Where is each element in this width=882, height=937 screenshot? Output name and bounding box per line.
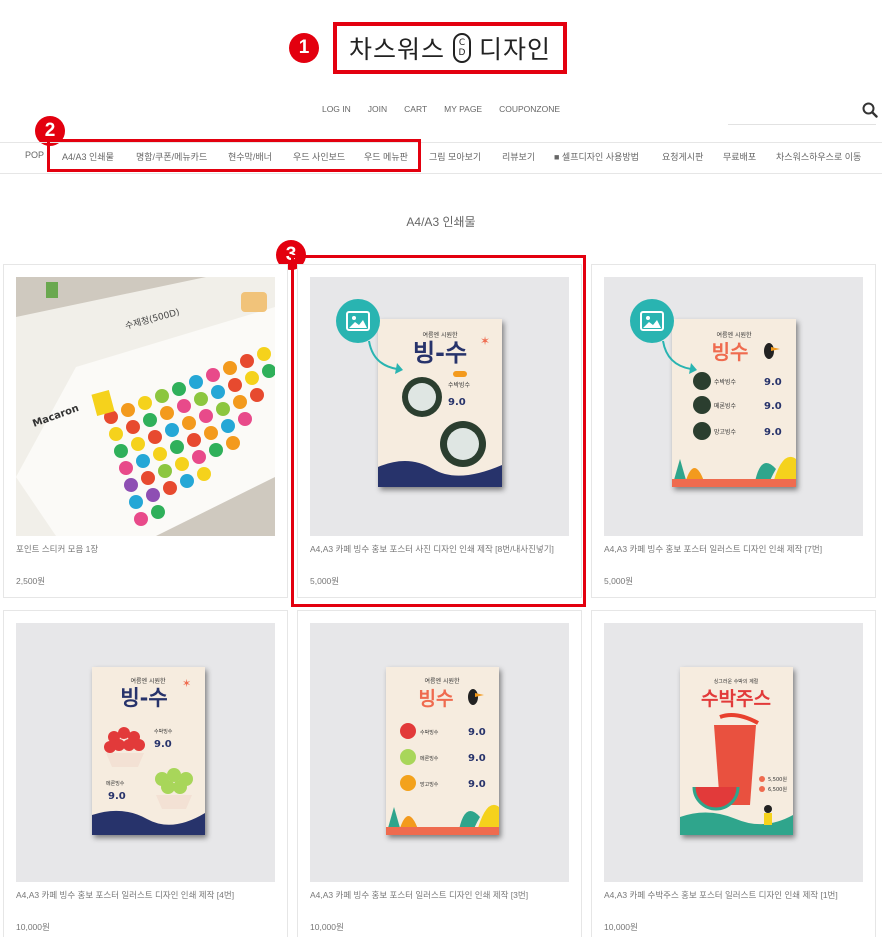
poster-title: 빙-수 <box>120 686 167 710</box>
nav-item-gallery[interactable]: 그림 모아보기 <box>429 150 481 163</box>
login-link[interactable]: LOG IN <box>322 104 351 114</box>
product-name[interactable]: 포인트 스티커 모음 1장 <box>16 542 278 557</box>
poster-tagline: 여름엔 시원한 <box>424 677 460 685</box>
product-price: 10,000원 <box>16 922 50 932</box>
poster-menu-item: 망고빙수 <box>714 428 737 436</box>
poster-title: 빙수 <box>419 688 454 710</box>
poster-image: 싱그러운 수박의 계절 수박주스 5,500원 6,500원 <box>680 667 793 835</box>
svg-text:✶: ✶ <box>182 677 191 690</box>
search-icon[interactable] <box>862 102 878 118</box>
logo-text-right: 디자인 <box>479 35 552 64</box>
poster-price: 9.0 <box>108 791 126 802</box>
couponzone-link[interactable]: COUPONZONE <box>499 104 560 114</box>
poster-tagline: 싱그러운 수박의 계절 <box>714 678 759 685</box>
section-title: A4/A3 인쇄물 <box>406 215 476 229</box>
poster-title: 빙수 <box>712 340 749 364</box>
product-thumbnail[interactable]: 싱그러운 수박의 계절 수박주스 5,500원 6,500원 <box>604 623 863 882</box>
poster-price: 9.0 <box>764 401 782 412</box>
poster-menu-item: 메론빙수 <box>106 780 125 787</box>
poster-title: 수박주스 <box>701 688 771 710</box>
product-price: 10,000원 <box>604 922 638 932</box>
product-price: 10,000원 <box>310 922 344 932</box>
my-page-link[interactable]: MY PAGE <box>444 104 482 114</box>
nav-item-request-board[interactable]: 요청게시판 <box>662 150 703 163</box>
poster-menu-item: 메론빙수 <box>714 402 737 410</box>
poster-tagline: 여름엔 시원한 <box>130 677 166 685</box>
nav-item-self-design[interactable]: ■ 셀프디자인 사용방법 <box>554 150 639 163</box>
arrow-icon <box>662 340 697 374</box>
product-thumbnail[interactable]: 여름엔 시원한 빙수 수박빙수 메론빙수 망고빙수 9.0 9.0 9.0 <box>604 277 863 536</box>
nav-divider-bottom <box>0 173 882 174</box>
poster-menu-item: 수박빙수 <box>714 378 737 386</box>
poster-menu-item: 수박빙수 <box>154 728 173 735</box>
cart-link[interactable]: CART <box>404 104 427 114</box>
poster-image: 여름엔 시원한 빙-수 ✶ 수박빙수 9.0 메론빙수 9.0 <box>92 667 205 835</box>
search-input[interactable] <box>728 124 876 125</box>
nav-item-chatsworth-house[interactable]: 차스워스하우스로 이동 <box>776 150 861 163</box>
top-utility-links: LOG IN JOIN CART MY PAGE COUPONZONE <box>0 104 882 114</box>
product-thumbnail[interactable]: 여름엔 시원한 빙-수 ✶ 수박빙수 9.0 메론빙수 9.0 <box>16 623 275 882</box>
join-link[interactable]: JOIN <box>368 104 387 114</box>
logo-mark-c: C <box>458 38 466 48</box>
product-name[interactable]: A4,A3 카페 수박주스 홍보 포스터 일러스트 디자인 인쇄 제작 [1번] <box>604 888 866 903</box>
logo-cd-mark: C D <box>453 33 471 63</box>
poster-price: 9.0 <box>764 377 782 388</box>
annotation-badge-1: 1 <box>289 33 319 63</box>
poster-menu-item: 수박빙수 <box>420 729 439 736</box>
product-thumbnail[interactable]: 수제청(500D) Macaron <box>16 277 275 536</box>
sticker-sheet-image: 수제청(500D) Macaron <box>16 277 275 536</box>
logo-mark-d: D <box>458 48 466 58</box>
product-card[interactable]: 여름엔 시원한 빙수 수박빙수 메론빙수 망고빙수 9.0 9.0 9.0 A4… <box>297 610 582 937</box>
poster-menu-item: 메론빙수 <box>420 755 439 762</box>
poster-menu-item: 망고빙수 <box>420 781 439 788</box>
poster-juice-price: 6,500원 <box>768 786 787 793</box>
nav-item-reviews[interactable]: 리뷰보기 <box>502 150 535 163</box>
poster-price: 9.0 <box>468 779 486 790</box>
poster-price: 9.0 <box>468 753 486 764</box>
site-logo[interactable]: 차스워스 C D 디자인 <box>333 22 567 74</box>
product-name[interactable]: A4,A3 카페 빙수 홍보 포스터 일러스트 디자인 인쇄 제작 [7번] <box>604 542 866 557</box>
poster-price: 9.0 <box>468 727 486 738</box>
poster-price: 9.0 <box>154 739 172 750</box>
poster-juice-price: 5,500원 <box>768 776 787 783</box>
product-price: 5,000원 <box>604 576 634 586</box>
product-card[interactable]: 수제청(500D) Macaron 포인트 스티커 모음 1장 2,500원 <box>3 264 288 598</box>
annotation-box-product <box>291 255 586 607</box>
product-name[interactable]: A4,A3 카페 빙수 홍보 포스터 일러스트 디자인 인쇄 제작 [4번] <box>16 888 278 903</box>
poster-image: 여름엔 시원한 빙수 수박빙수 메론빙수 망고빙수 9.0 9.0 9.0 <box>386 667 499 835</box>
product-card[interactable]: 여름엔 시원한 빙-수 ✶ 수박빙수 9.0 메론빙수 9.0 A4,A3 카페… <box>3 610 288 937</box>
logo-text-left: 차스워스 <box>348 35 445 64</box>
nav-item-free[interactable]: 무료배포 <box>723 150 756 163</box>
poster-tagline: 여름엔 시원한 <box>716 331 752 339</box>
product-price: 2,500원 <box>16 576 46 586</box>
product-thumbnail[interactable]: 여름엔 시원한 빙수 수박빙수 메론빙수 망고빙수 9.0 9.0 9.0 <box>310 623 569 882</box>
annotation-box-nav <box>47 139 421 172</box>
poster-price: 9.0 <box>764 427 782 438</box>
nav-item-pop[interactable]: POP <box>25 150 44 160</box>
product-card[interactable]: 여름엔 시원한 빙수 수박빙수 메론빙수 망고빙수 9.0 9.0 9.0 A4… <box>591 264 876 598</box>
product-card[interactable]: 싱그러운 수박의 계절 수박주스 5,500원 6,500원 A4,A3 카페 … <box>591 610 876 937</box>
product-name[interactable]: A4,A3 카페 빙수 홍보 포스터 일러스트 디자인 인쇄 제작 [3번] <box>310 888 572 903</box>
